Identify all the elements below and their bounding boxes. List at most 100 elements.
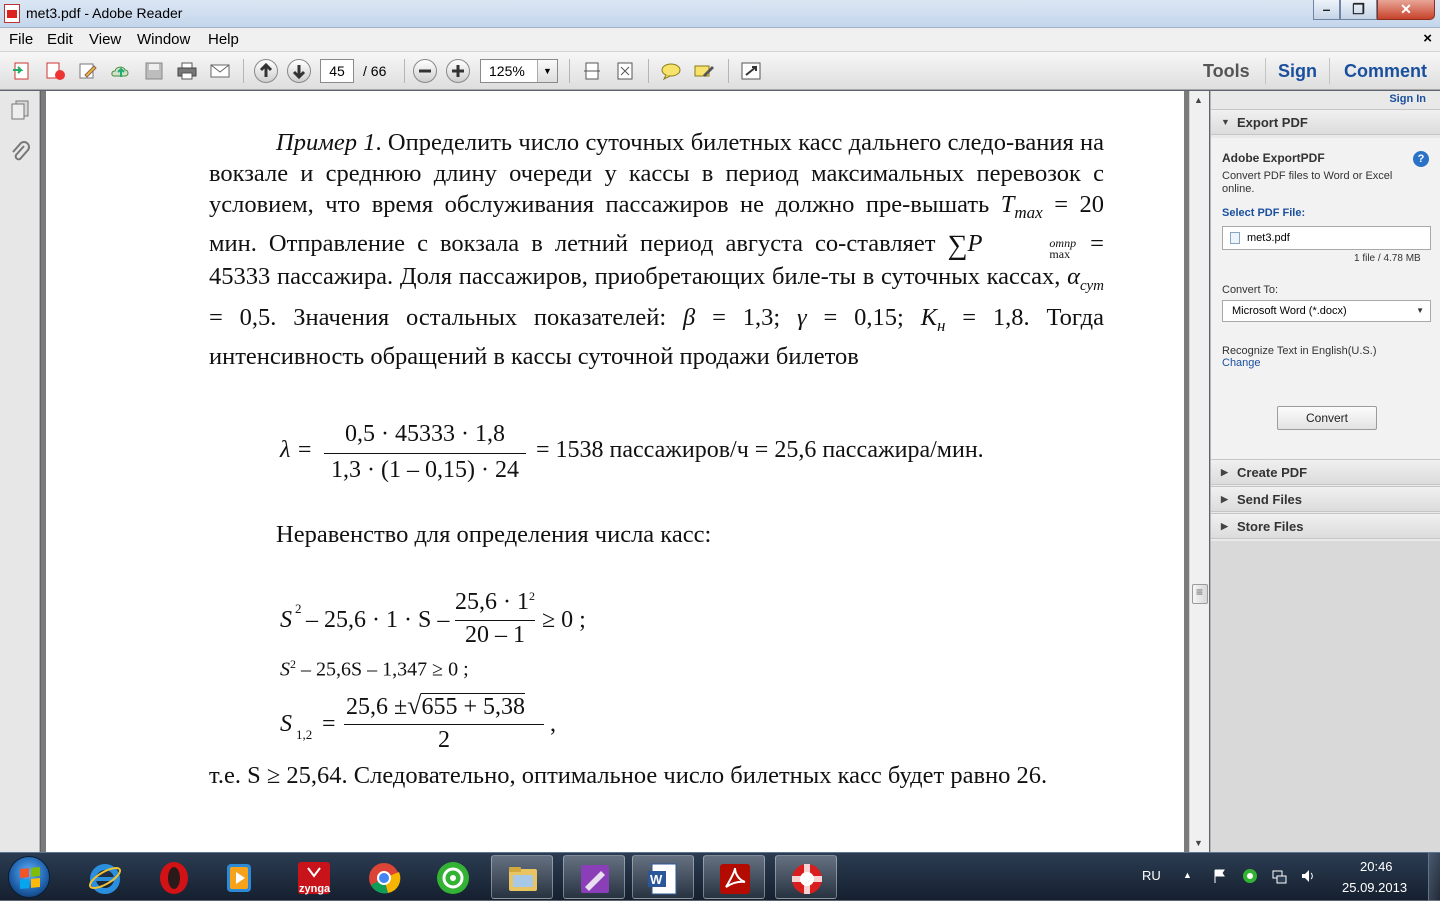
- store-files-header[interactable]: ▶ Store Files: [1211, 513, 1440, 539]
- formula-inequality-simplified: S2 – 25,6S – 1,347 ≥ 0 ;: [280, 657, 680, 683]
- var-p-sub: max: [1049, 246, 1071, 261]
- show-desktop-button[interactable]: [1428, 853, 1440, 901]
- upload-icon[interactable]: [110, 61, 132, 81]
- maximize-button[interactable]: ❐: [1340, 0, 1377, 20]
- comment-icon[interactable]: [660, 61, 682, 81]
- agent-status-icon[interactable]: [1242, 868, 1258, 884]
- sqrt-symbol: √: [407, 691, 422, 720]
- page-number-input[interactable]: 45: [320, 59, 354, 83]
- restore-icon: ❐: [1352, 1, 1365, 17]
- document-view[interactable]: Пример 1. Определить число суточных биле…: [41, 91, 1189, 852]
- save-icon[interactable]: [143, 61, 165, 81]
- help-icon[interactable]: ?: [1413, 151, 1429, 167]
- title-bar: met3.pdf - Adobe Reader – ❐ ✕: [0, 0, 1440, 28]
- prev-page-icon[interactable]: [254, 59, 278, 83]
- attachments-icon[interactable]: [10, 141, 30, 163]
- zoom-out-icon[interactable]: [413, 59, 437, 83]
- page-total: / 66: [363, 63, 387, 79]
- fraction-numerator: 25,6 · 12: [455, 589, 535, 616]
- expand-triangle-icon: ▶: [1221, 521, 1228, 531]
- language-indicator[interactable]: RU: [1142, 868, 1161, 883]
- mail-agent-app[interactable]: [422, 855, 484, 899]
- toolbar-separator: [569, 59, 570, 83]
- chrome-app[interactable]: [353, 855, 415, 899]
- network-icon[interactable]: [1271, 868, 1287, 884]
- create-pdf-header[interactable]: ▶ Create PDF: [1211, 459, 1440, 485]
- inequality-middle: – 25,6 · 1 · S –: [306, 607, 450, 633]
- clock-date[interactable]: 25.09.2013: [1342, 880, 1407, 895]
- sign-in-link[interactable]: Sign In: [1389, 93, 1426, 105]
- selected-file-field[interactable]: met3.pdf: [1222, 226, 1431, 250]
- inequality-text: – 25,6S – 1,347 ≥ 0 ;: [296, 658, 469, 681]
- scroll-thumb[interactable]: [1192, 584, 1208, 604]
- menu-help[interactable]: Help: [208, 31, 239, 48]
- send-files-header[interactable]: ▶ Send Files: [1211, 486, 1440, 512]
- zoom-value: 125%: [489, 63, 525, 79]
- fraction-bar: [344, 724, 544, 725]
- minimize-icon: –: [1322, 1, 1331, 17]
- chevron-down-icon[interactable]: ▼: [537, 60, 557, 82]
- show-hidden-icons-icon[interactable]: ▲: [1183, 870, 1192, 880]
- internet-explorer-app[interactable]: [74, 855, 136, 899]
- start-button[interactable]: [8, 856, 50, 898]
- create-pdf-icon[interactable]: [11, 61, 33, 81]
- numerator-sup: 2: [529, 589, 535, 603]
- change-link[interactable]: Change: [1222, 357, 1261, 369]
- formula-inequality: S 2 – 25,6 · 1 · S – 25,6 · 12 20 – 1 ≥ …: [280, 589, 680, 655]
- collapse-triangle-icon: ▼: [1221, 117, 1230, 127]
- full-screen-icon[interactable]: [740, 61, 762, 81]
- page-thumbnails-icon[interactable]: [10, 99, 30, 121]
- fraction-bar: [455, 620, 535, 621]
- menu-view[interactable]: View: [89, 31, 121, 48]
- highlight-icon[interactable]: [693, 61, 715, 81]
- zynga-app[interactable]: zynga: [283, 855, 345, 899]
- window-title: met3.pdf - Adobe Reader: [26, 5, 183, 21]
- pane-empty-area: [1211, 541, 1440, 852]
- conclusion-paragraph: т.е. S ≥ 25,64. Следовательно, оптимальн…: [209, 762, 1048, 789]
- var-s: S: [280, 711, 292, 737]
- clock-time[interactable]: 20:46: [1360, 859, 1393, 874]
- file-explorer-app[interactable]: [491, 855, 553, 899]
- scroll-up-icon[interactable]: ▲: [1194, 95, 1203, 105]
- minimize-button[interactable]: –: [1313, 0, 1340, 20]
- fit-width-icon[interactable]: [614, 61, 636, 81]
- action-center-flag-icon[interactable]: [1212, 868, 1228, 884]
- adobe-reader-app[interactable]: [703, 855, 765, 899]
- volume-icon[interactable]: [1300, 868, 1316, 884]
- tab-sign[interactable]: Sign: [1278, 61, 1317, 82]
- zoom-select[interactable]: 125% ▼: [480, 59, 558, 83]
- chrome-icon: [369, 863, 401, 894]
- zoom-in-icon[interactable]: [446, 59, 470, 83]
- edit-icon[interactable]: [77, 61, 99, 81]
- file-icon: [1230, 232, 1240, 244]
- opera-app[interactable]: [143, 855, 205, 899]
- fit-page-icon[interactable]: [581, 61, 603, 81]
- tab-comment[interactable]: Comment: [1344, 61, 1427, 82]
- combine-icon[interactable]: [44, 61, 66, 81]
- next-page-icon[interactable]: [287, 59, 311, 83]
- menu-edit[interactable]: Edit: [47, 31, 73, 48]
- close-icon: ✕: [1400, 1, 1412, 17]
- print-icon[interactable]: [176, 61, 198, 81]
- pdf-document-icon: [4, 4, 20, 23]
- media-player-app[interactable]: [208, 855, 270, 899]
- export-pdf-header[interactable]: ▼ Export PDF: [1211, 109, 1440, 135]
- windows-logo-icon: [20, 866, 40, 890]
- taskbar: zynga W RU ▲ 20:46 25.09.2013: [0, 852, 1440, 901]
- convert-button[interactable]: Convert: [1277, 406, 1377, 430]
- menu-file[interactable]: File: [9, 31, 33, 48]
- close-document-button[interactable]: ×: [1423, 30, 1432, 47]
- inequality-label: Неравенство для определения числа касс:: [276, 521, 712, 548]
- menu-window[interactable]: Window: [137, 31, 190, 48]
- convert-to-select[interactable]: Microsoft Word (*.docx) ▼: [1222, 300, 1431, 322]
- lifebuoy-app[interactable]: [775, 855, 837, 899]
- email-icon[interactable]: [209, 61, 231, 81]
- tab-tools[interactable]: Tools: [1203, 61, 1250, 82]
- export-service-title: Adobe ExportPDF: [1222, 151, 1325, 165]
- scroll-down-icon[interactable]: ▼: [1194, 838, 1203, 848]
- onenote-app[interactable]: [563, 855, 625, 899]
- expand-triangle-icon: ▶: [1221, 467, 1228, 477]
- vertical-scrollbar[interactable]: ▲ ▼: [1189, 91, 1209, 852]
- close-button[interactable]: ✕: [1377, 0, 1435, 20]
- word-app[interactable]: W: [632, 855, 694, 899]
